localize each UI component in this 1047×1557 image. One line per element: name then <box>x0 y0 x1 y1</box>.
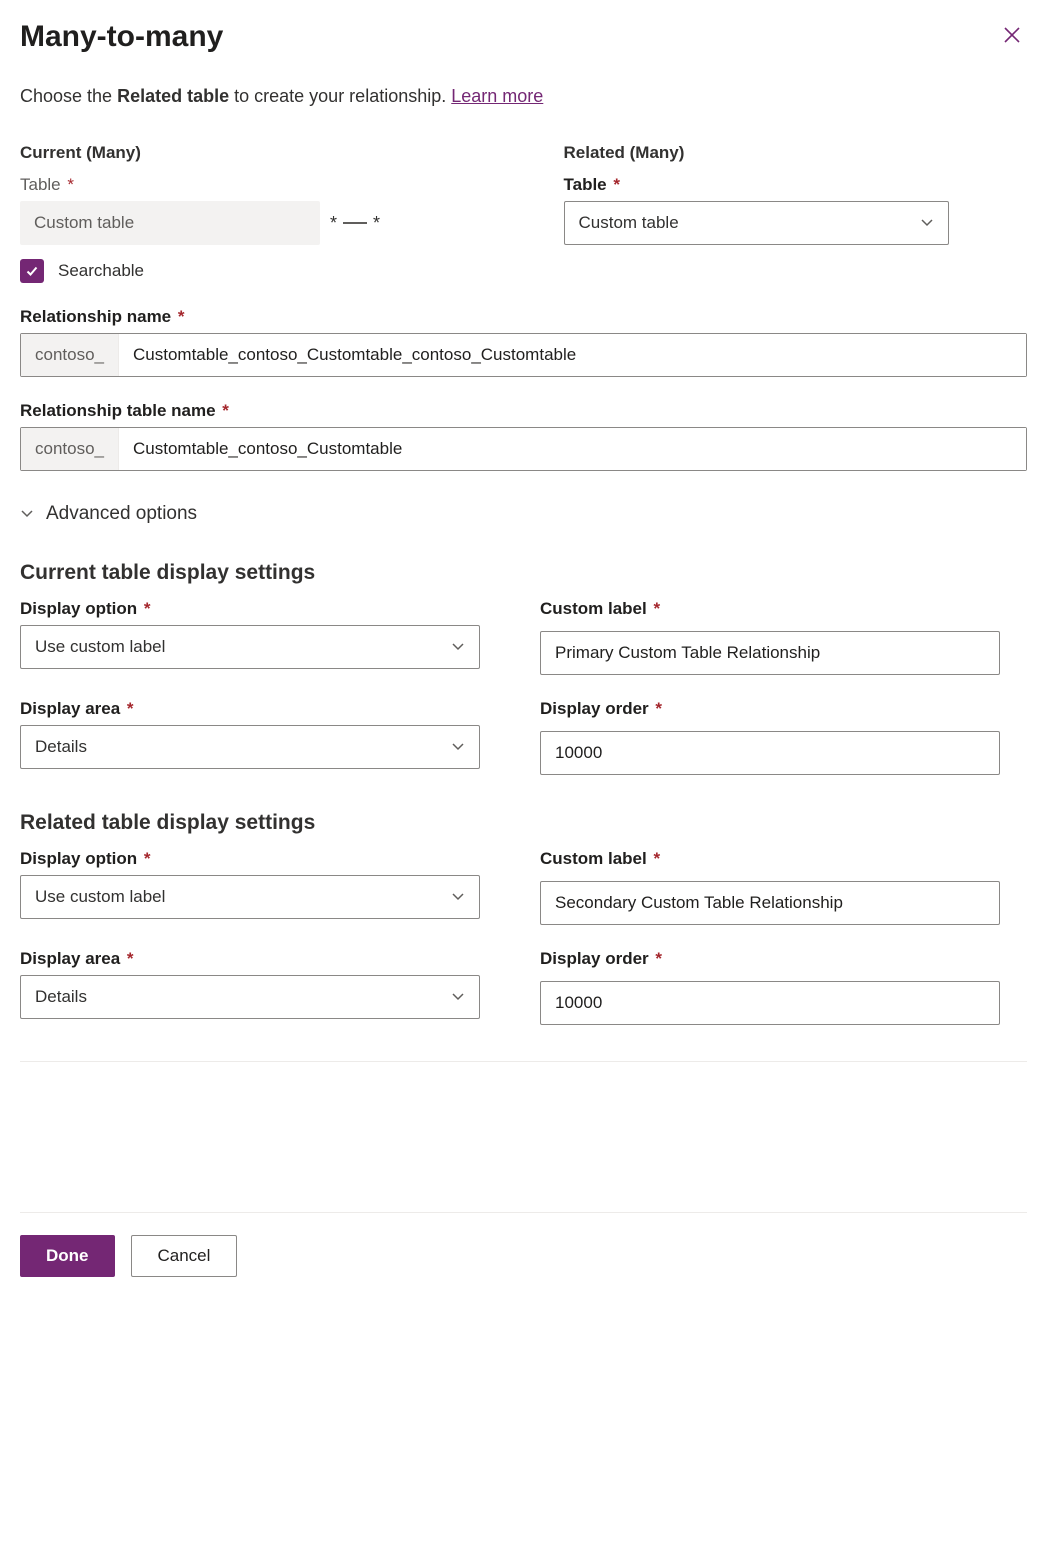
related-table-select[interactable]: Custom table <box>564 201 949 245</box>
current-settings-heading: Current table display settings <box>20 561 1027 585</box>
advanced-options-toggle[interactable]: Advanced options <box>20 503 1027 525</box>
rel-display-option-label: Display option * <box>20 849 480 869</box>
cur-custom-label-label: Custom label * <box>540 599 1000 619</box>
rel-display-area-select[interactable]: Details <box>20 975 480 1019</box>
chevron-down-icon <box>20 509 34 519</box>
relationship-table-name-input[interactable] <box>119 428 1026 470</box>
cur-display-area-label: Display area * <box>20 699 480 719</box>
divider <box>20 1061 1027 1062</box>
learn-more-link[interactable]: Learn more <box>451 86 543 106</box>
relationship-name-input[interactable] <box>119 334 1026 376</box>
related-table-label: Table * <box>564 175 1028 195</box>
chevron-down-icon <box>451 642 465 652</box>
related-heading: Related (Many) <box>564 143 1028 163</box>
current-heading: Current (Many) <box>20 143 484 163</box>
cur-display-area-select[interactable]: Details <box>20 725 480 769</box>
rel-display-area-label: Display area * <box>20 949 480 969</box>
current-table-label: Table * <box>20 175 484 195</box>
cur-display-order-input[interactable] <box>540 731 1000 775</box>
chevron-down-icon <box>451 892 465 902</box>
current-table-value: Custom table <box>20 201 320 245</box>
close-button[interactable] <box>997 20 1027 50</box>
chevron-down-icon <box>451 742 465 752</box>
relationship-table-name-label: Relationship table name * <box>20 401 1027 421</box>
done-button[interactable]: Done <box>20 1235 115 1277</box>
page-title: Many-to-many <box>20 20 223 54</box>
relationship-table-name-prefix: contoso_ <box>21 428 119 470</box>
related-settings-heading: Related table display settings <box>20 811 1027 835</box>
relationship-name-label: Relationship name * <box>20 307 1027 327</box>
intro-text: Choose the Related table to create your … <box>20 86 1027 107</box>
cur-display-order-label: Display order * <box>540 699 1000 719</box>
rel-display-option-select[interactable]: Use custom label <box>20 875 480 919</box>
close-icon <box>1003 26 1021 44</box>
cancel-button[interactable]: Cancel <box>131 1235 238 1277</box>
checkmark-icon <box>25 264 39 278</box>
rel-display-order-input[interactable] <box>540 981 1000 1025</box>
cardinality-indicator: ** <box>330 213 380 234</box>
rel-custom-label-input[interactable] <box>540 881 1000 925</box>
searchable-checkbox[interactable] <box>20 259 44 283</box>
cur-custom-label-input[interactable] <box>540 631 1000 675</box>
chevron-down-icon <box>451 992 465 1002</box>
cur-display-option-label: Display option * <box>20 599 480 619</box>
searchable-label: Searchable <box>58 261 144 281</box>
cur-display-option-select[interactable]: Use custom label <box>20 625 480 669</box>
rel-display-order-label: Display order * <box>540 949 1000 969</box>
relationship-name-prefix: contoso_ <box>21 334 119 376</box>
rel-custom-label-label: Custom label * <box>540 849 1000 869</box>
chevron-down-icon <box>920 218 934 228</box>
